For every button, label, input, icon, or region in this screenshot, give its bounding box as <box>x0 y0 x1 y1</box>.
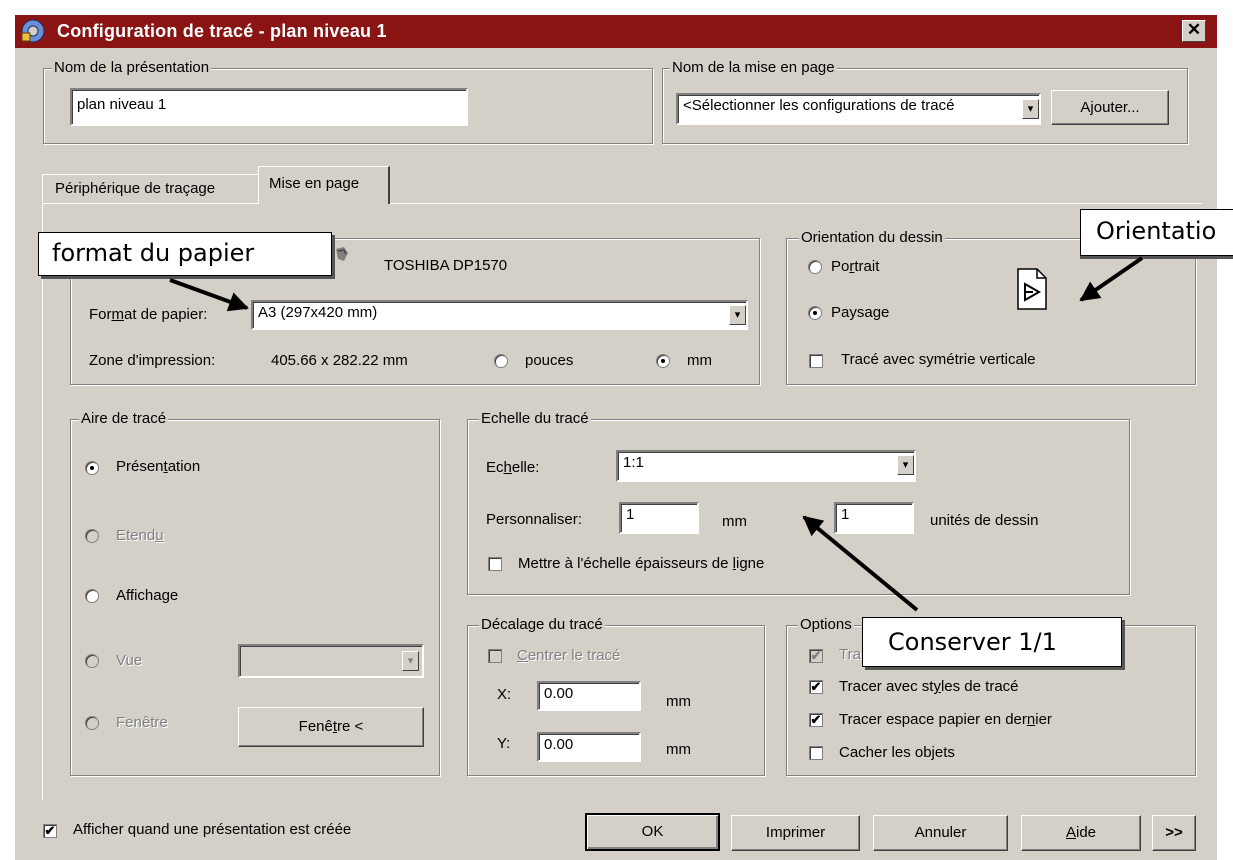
more-options-button[interactable]: >> <box>1152 815 1196 851</box>
hide-objects-label: Cacher les objets <box>839 744 955 761</box>
check-icon: ✔ <box>44 823 56 838</box>
units-mm-radio[interactable] <box>656 354 670 368</box>
plot-window-radio <box>85 716 99 730</box>
plot-display-label: Affichage <box>116 587 179 604</box>
ok-button[interactable]: OK <box>585 813 720 851</box>
annotation-orientation: Orientatio <box>1080 209 1233 256</box>
custom-scale-mm-input[interactable]: 1 <box>619 502 699 534</box>
check-icon: ✔ <box>810 712 822 727</box>
cancel-button[interactable]: Annuler <box>873 815 1008 851</box>
drawing-units-label: unités de dessin <box>930 512 1039 529</box>
paper-format-select[interactable]: A3 (297x420 mm) <box>251 300 748 330</box>
paper-format-dropdown-arrow[interactable]: ▾ <box>729 305 746 325</box>
landscape-page-icon <box>1017 268 1047 310</box>
show-on-create-checkbox[interactable]: ✔ <box>43 824 57 838</box>
center-plot-label: Centrer le tracé <box>517 647 621 664</box>
tab-layout-settings[interactable]: Mise en page <box>258 166 390 204</box>
orientation-portrait-radio[interactable] <box>808 260 822 274</box>
paper-format-label: Format de papier: <box>89 306 208 323</box>
scale-dropdown-arrow[interactable]: ▾ <box>897 455 914 475</box>
custom-scale-mm-unit: mm <box>722 513 747 530</box>
scale-lineweights-label: Mettre à l'échelle épaisseurs de ligne <box>518 555 765 572</box>
plot-with-styles-checkbox[interactable]: ✔ <box>809 680 823 694</box>
check-icon: ✔ <box>810 648 822 663</box>
orientation-landscape-label: Paysage <box>831 304 890 321</box>
scale-label: Echelle: <box>486 459 540 476</box>
offset-y-label: Y: <box>497 735 511 752</box>
plot-display-radio[interactable] <box>85 589 99 603</box>
add-page-setup-button[interactable]: Ajouter... <box>1051 90 1169 125</box>
page-setup-select[interactable]: <Sélectionner les configurations de trac… <box>676 93 1041 125</box>
layout-name-input[interactable]: plan niveau 1 <box>70 88 468 126</box>
view-select <box>238 644 424 678</box>
equals-sign: = <box>807 513 816 530</box>
window-title: Configuration de tracé - plan niveau 1 <box>57 21 387 41</box>
plot-layout-label: Présentation <box>116 458 201 475</box>
custom-scale-units-input[interactable]: 1 <box>834 502 914 534</box>
hide-objects-checkbox[interactable] <box>809 746 823 760</box>
orientation-landscape-radio[interactable] <box>808 306 822 320</box>
plot-with-styles-label: Tracer avec styles de tracé <box>839 678 1019 695</box>
plot-view-radio <box>85 654 99 668</box>
plot-extents-radio <box>85 529 99 543</box>
scale-lineweights-checkbox[interactable] <box>488 557 502 571</box>
offset-y-input[interactable]: 0.00 <box>537 732 641 762</box>
offset-x-input[interactable]: 0.00 <box>537 681 641 711</box>
annotation-keep-scale: Conserver 1/1 <box>862 617 1122 667</box>
pick-window-button[interactable]: Fenêtre < <box>238 707 424 747</box>
show-on-create-label: Afficher quand une présentation est créé… <box>73 821 352 838</box>
units-inches-label: pouces <box>525 352 574 369</box>
view-dropdown-arrow: ▾ <box>402 651 419 671</box>
plot-view-label: Vue <box>116 652 143 669</box>
orientation-legend: Orientation du dessin <box>799 229 945 246</box>
annotation-paper-format: format du papier <box>38 232 332 276</box>
plot-scale-legend: Echelle du tracé <box>479 410 591 427</box>
offset-x-unit: mm <box>666 693 691 710</box>
close-icon: ✕ <box>1186 20 1202 39</box>
printer-icon <box>336 247 348 261</box>
print-area-label: Zone d'impression: <box>89 352 216 369</box>
plot-extents-label: Etendu <box>116 527 164 544</box>
tab-plot-device[interactable]: Périphérique de traçage <box>42 174 258 202</box>
plot-paperspace-last-label: Tracer espace papier en dernier <box>839 711 1052 728</box>
mirror-plot-label: Tracé avec symétrie verticale <box>841 351 1036 368</box>
mirror-plot-checkbox[interactable] <box>809 354 823 368</box>
layout-name-legend: Nom de la présentation <box>52 59 212 76</box>
autocad-app-icon <box>21 19 45 43</box>
close-button[interactable]: ✕ <box>1182 20 1206 42</box>
plot-window-label: Fenêtre <box>116 714 168 731</box>
print-button[interactable]: Imprimer <box>731 815 860 851</box>
plot-layout-radio[interactable] <box>85 461 99 475</box>
print-area-value: 405.66 x 282.22 mm <box>271 352 408 369</box>
plot-offset-legend: Décalage du tracé <box>479 616 605 633</box>
units-inches-radio[interactable] <box>494 354 508 368</box>
units-mm-label: mm <box>687 352 712 369</box>
orientation-portrait-label: Portrait <box>831 258 880 275</box>
plot-lineweights-checkbox: ✔ <box>809 649 823 663</box>
page-setup-dropdown-arrow[interactable]: ▾ <box>1022 99 1039 119</box>
offset-y-unit: mm <box>666 741 691 758</box>
plot-lineweights-label: Tra <box>839 646 861 663</box>
plot-options-legend: Options <box>798 616 854 633</box>
scale-select[interactable]: 1:1 <box>616 450 916 482</box>
check-icon: ✔ <box>810 679 822 694</box>
help-button[interactable]: Aide <box>1021 815 1141 851</box>
offset-x-label: X: <box>497 686 512 703</box>
center-plot-checkbox <box>488 649 502 663</box>
title-bar: Configuration de tracé - plan niveau 1 ✕ <box>15 15 1217 48</box>
plot-area-legend: Aire de tracé <box>79 410 169 427</box>
plot-paperspace-last-checkbox[interactable]: ✔ <box>809 713 823 727</box>
page-setup-name-legend: Nom de la mise en page <box>670 59 837 76</box>
printer-name: TOSHIBA DP1570 <box>384 257 508 274</box>
custom-scale-label: Personnaliser: <box>486 511 582 528</box>
